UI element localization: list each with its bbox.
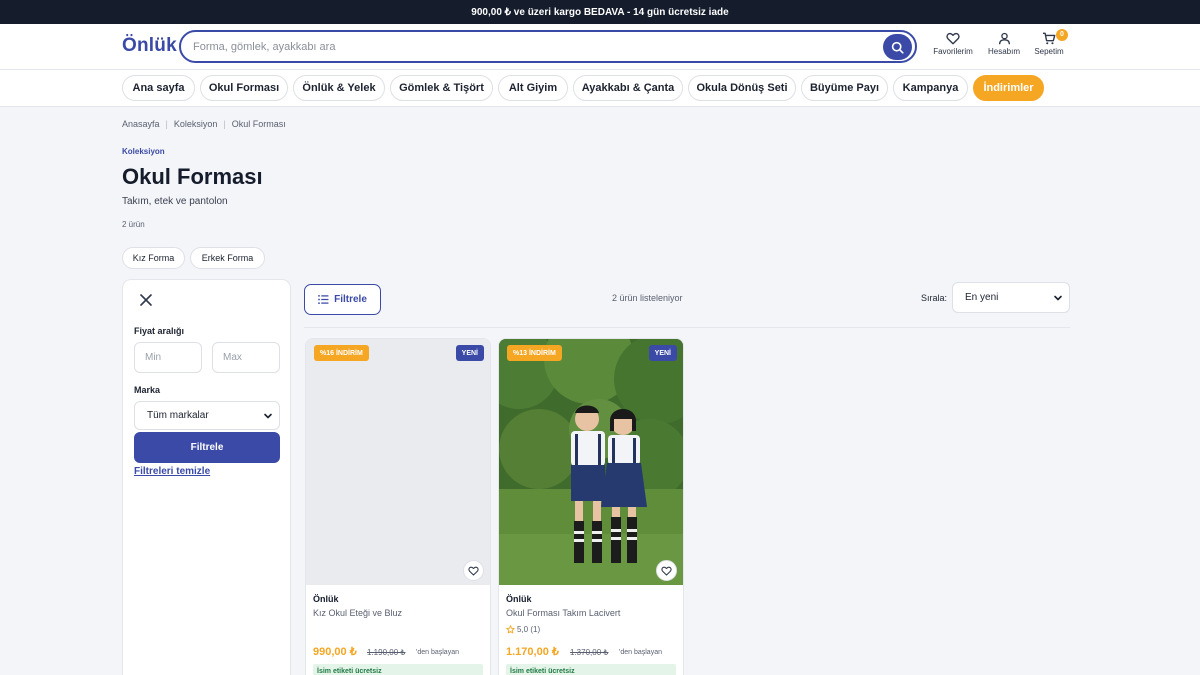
product-old-price: 1.190,00 ₺ [367,648,406,657]
site-header: Önlük Favorilerim Hesabım Sepetim 0 [0,24,1200,70]
nav-item-apron-vest[interactable]: Önlük & Yelek [293,75,385,101]
favorites-label: Favorilerim [933,47,973,56]
breadcrumb-current: Okul Forması [231,119,286,129]
heart-icon [468,566,479,576]
product-card[interactable]: %16 İNDİRİM YENİ Önlük Kız Okul Eteği ve… [305,338,491,675]
new-badge: YENİ [648,345,677,361]
account-link[interactable]: Hesabım [980,32,1028,66]
chip-boys-uniform[interactable]: Erkek Forma [190,247,265,269]
product-price: 990,00 ₺ [313,646,357,658]
discount-badge: %13 İNDİRİM [507,345,562,361]
name-tag-badge: İsim etiketi ücretsiz [506,664,676,675]
favorites-link[interactable]: Favorilerim [929,32,977,66]
name-tag-badge: İsim etiketi ücretsiz [313,664,483,675]
clear-filters-link[interactable]: Filtreleri temizle [134,466,210,477]
product-brand: Önlük [313,594,339,604]
apply-filter-button[interactable]: Filtrele [134,432,280,463]
product-count: 2 ürün [122,220,145,229]
add-to-favorites-button[interactable] [463,560,484,581]
site-logo[interactable]: Önlük [122,35,177,57]
search-button[interactable] [883,34,912,60]
brand-label: Marka [134,385,161,395]
heart-icon [661,566,672,576]
price-min-input[interactable] [134,342,202,373]
product-name[interactable]: Kız Okul Eteği ve Bluz [313,608,402,618]
page-subtitle: Takım, etek ve pantolon [122,196,228,207]
cart-label: Sepetim [1034,47,1064,56]
product-image[interactable] [499,339,683,585]
star-icon [506,625,515,634]
filter-toggle-button[interactable]: Filtrele [304,284,381,315]
nav-item-discounts[interactable]: İndirimler [973,75,1044,101]
nav-item-bottoms[interactable]: Alt Giyim [498,75,568,101]
product-photo [499,339,683,585]
nav-item-shirt-tshirt[interactable]: Gömlek & Tişört [390,75,493,101]
nav-item-shoes-bags[interactable]: Ayakkabı & Çanta [573,75,683,101]
product-name[interactable]: Okul Forması Takım Lacivert [506,608,620,618]
cart-count-badge: 0 [1056,29,1068,41]
breadcrumb-home[interactable]: Anasayfa [122,119,160,129]
price-max-input[interactable] [212,342,280,373]
nav-item-growth-room[interactable]: Büyüme Payı [801,75,888,101]
filter-sidebar: Fiyat aralığı Marka Tüm markalar Filtrel… [122,279,291,675]
chevron-down-icon [1054,295,1062,301]
nav-item-home[interactable]: Ana sayfa [122,75,195,101]
list-icon [318,295,329,304]
user-icon [998,32,1010,45]
nav-item-school-uniform[interactable]: Okul Forması [200,75,288,101]
brand-select-value: Tüm markalar [147,410,209,421]
sort-select-value: En yeni [965,292,999,303]
cart-link[interactable]: Sepetim 0 [1025,29,1073,66]
breadcrumb-collection[interactable]: Koleksiyon [174,119,218,129]
new-badge: YENİ [455,345,484,361]
sort-label: Sırala: [921,293,948,303]
promo-bar: 900,00 ₺ ve üzeri kargo BEDAVA - 14 gün … [0,0,1200,24]
search-bar [179,30,917,63]
brand-select[interactable]: Tüm markalar [134,401,280,430]
product-card[interactable]: %13 İNDİRİM YENİ Önlük Okul Forması Takı… [498,338,684,675]
product-rating-text: 5,0 (1) [517,625,541,634]
add-to-favorites-button[interactable] [656,560,677,581]
breadcrumb-separator: | [223,119,226,129]
price-range-label: Fiyat aralığı [134,326,185,336]
category-nav: Ana sayfa Okul Forması Önlük & Yelek Göm… [0,70,1200,107]
toolbar-divider [304,327,1070,328]
product-brand: Önlük [506,594,532,604]
chevron-down-icon [264,413,272,419]
page-title: Okul Forması [122,164,263,189]
price-from-text: 'den başlayan [416,649,459,656]
collection-eyebrow: Koleksiyon [122,147,165,156]
product-image-placeholder[interactable] [306,339,490,585]
chip-girls-uniform[interactable]: Kız Forma [122,247,185,269]
cart-icon [1042,32,1056,45]
nav-item-back-to-school[interactable]: Okula Dönüş Seti [688,75,796,101]
search-input[interactable] [193,39,873,55]
price-from-text: 'den başlayan [619,649,662,656]
nav-item-campaign[interactable]: Kampanya [893,75,968,101]
close-icon[interactable] [138,292,154,308]
search-icon [891,41,904,54]
promo-text: 900,00 ₺ ve üzeri kargo BEDAVA - 14 gün … [471,6,729,18]
product-rating: 5,0 (1) [506,625,540,634]
account-label: Hesabım [987,47,1020,56]
filter-toggle-label: Filtrele [334,294,367,305]
breadcrumb: Anasayfa | Koleksiyon | Okul Forması [122,119,286,129]
breadcrumb-separator: | [165,119,168,129]
heart-icon [946,32,960,45]
sort-select[interactable]: En yeni [952,282,1070,313]
listing-count: 2 ürün listeleniyor [612,293,683,303]
product-old-price: 1.370,00 ₺ [570,648,609,657]
product-price: 1.170,00 ₺ [506,646,559,658]
discount-badge: %16 İNDİRİM [314,345,369,361]
